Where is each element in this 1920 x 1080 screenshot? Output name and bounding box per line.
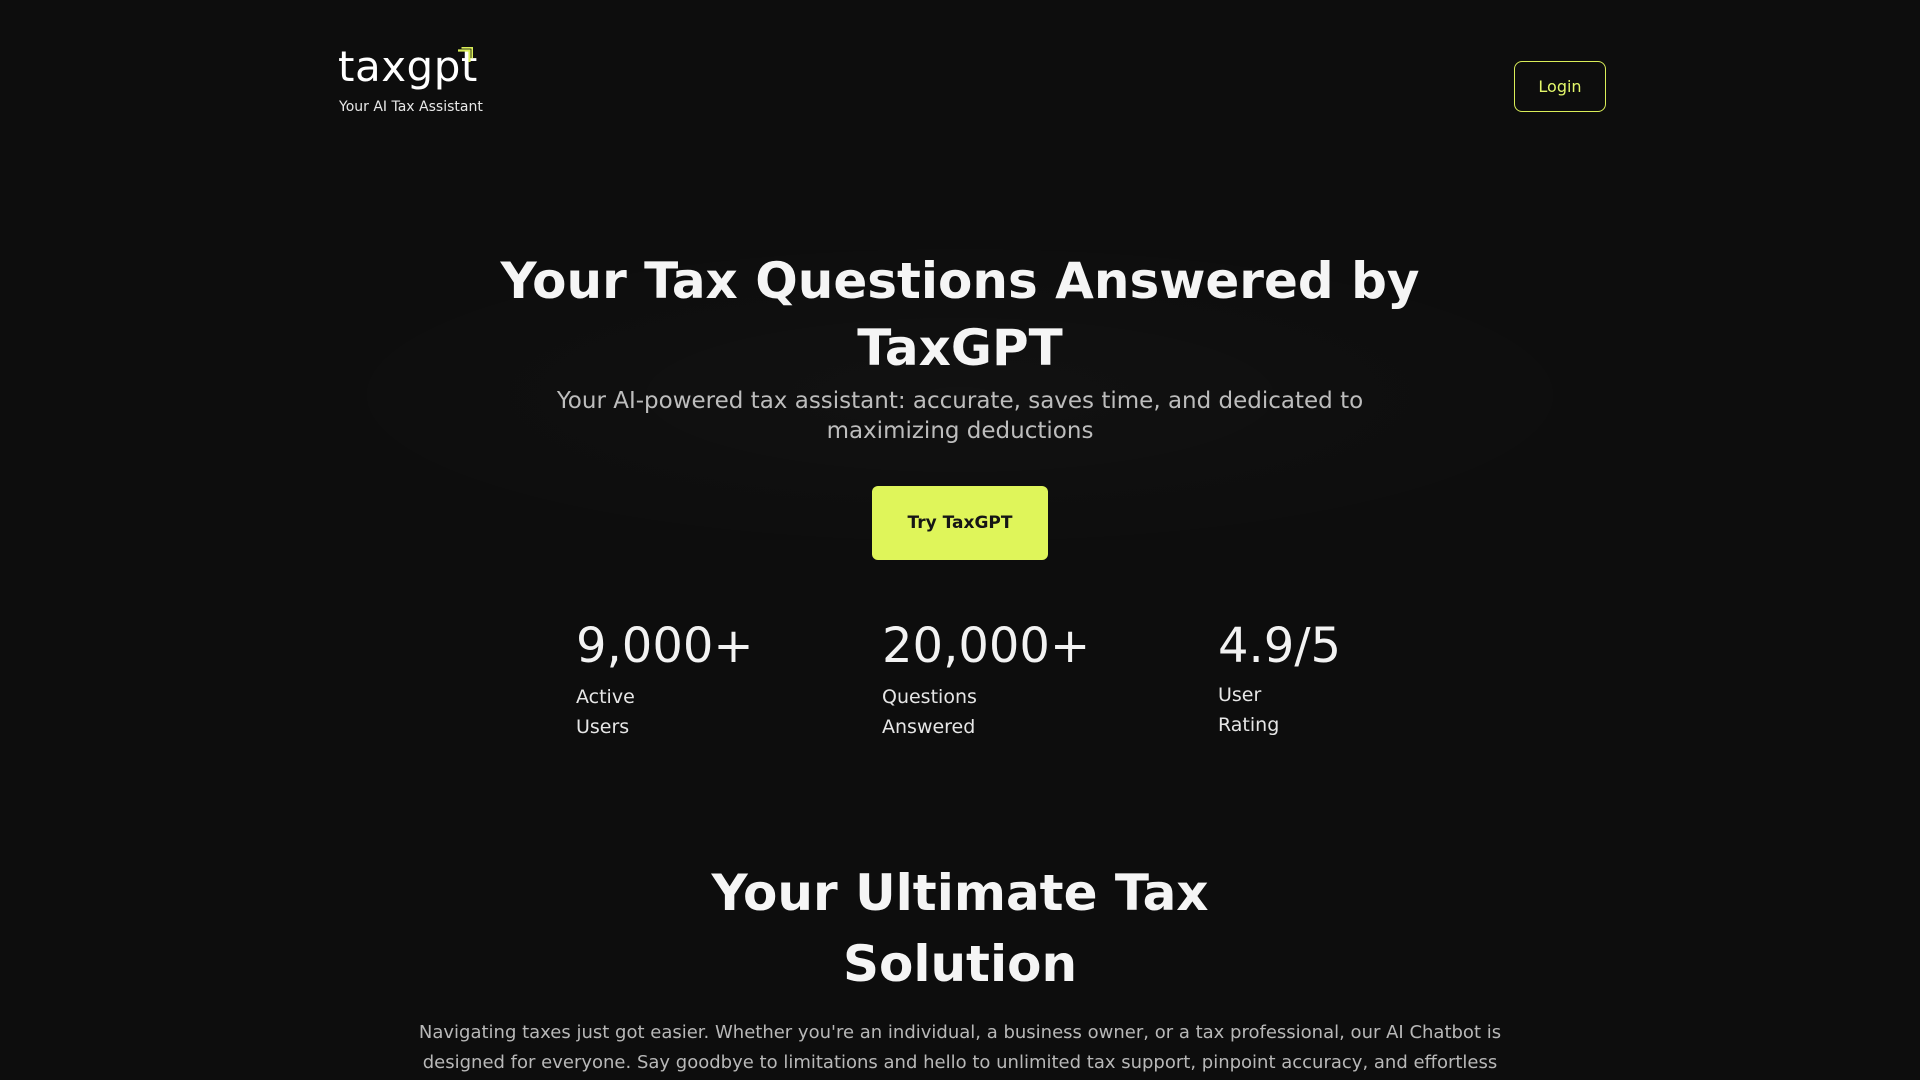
hero-title-line2: TaxGPT bbox=[857, 319, 1063, 377]
login-button[interactable]: Login bbox=[1514, 61, 1606, 112]
section-title-line1: Your Ultimate Tax bbox=[711, 864, 1209, 922]
stat-label-line1: Questions bbox=[882, 686, 977, 708]
logo-tagline: Your AI Tax Assistant bbox=[339, 99, 483, 115]
stat-questions-answered: 20,000+ Questions Answered bbox=[882, 616, 1122, 742]
landing-page: taxgpt Your AI Tax Assistant Login Your … bbox=[0, 0, 1920, 1080]
stat-label-line2: Users bbox=[576, 716, 630, 738]
stat-active-users: 9,000+ Active Users bbox=[576, 616, 816, 742]
stat-value: 9,000+ bbox=[576, 618, 754, 674]
corner-arrow-icon bbox=[458, 47, 473, 62]
stat-value: 20,000+ bbox=[882, 618, 1091, 674]
hero-title-line1: Your Tax Questions Answered by bbox=[500, 252, 1420, 310]
section-description: Navigating taxes just got easier. Whethe… bbox=[400, 1018, 1520, 1080]
section-title: Your Ultimate Tax Solution bbox=[660, 858, 1260, 1000]
stat-user-rating: 4.9/5 User Rating bbox=[1218, 616, 1458, 740]
try-taxgpt-button[interactable]: Try TaxGPT bbox=[872, 486, 1048, 560]
hero-subtitle-line1: Your AI-powered tax assistant: accurate,… bbox=[556, 388, 1364, 414]
stat-label: Questions Answered bbox=[882, 682, 1122, 742]
stat-label: User Rating bbox=[1218, 680, 1458, 740]
stat-value: 4.9/5 bbox=[1218, 618, 1342, 674]
section-description-line2: designed for everyone. Say goodbye to li… bbox=[422, 1052, 1498, 1073]
section-title-line2: Solution bbox=[842, 935, 1078, 993]
section-description-line1: Navigating taxes just got easier. Whethe… bbox=[418, 1022, 1502, 1043]
hero-subtitle-line2: maximizing deductions bbox=[826, 418, 1094, 444]
stat-label-line2: Answered bbox=[882, 716, 976, 738]
stat-label-line1: Active bbox=[576, 686, 635, 708]
hero-title: Your Tax Questions Answered by TaxGPT bbox=[460, 248, 1460, 382]
hero-subtitle: Your AI-powered tax assistant: accurate,… bbox=[530, 386, 1390, 446]
logo[interactable]: taxgpt Your AI Tax Assistant bbox=[338, 40, 498, 120]
stat-label-line2: Rating bbox=[1218, 714, 1280, 736]
stat-label-line1: User bbox=[1218, 684, 1262, 706]
stat-label: Active Users bbox=[576, 682, 816, 742]
